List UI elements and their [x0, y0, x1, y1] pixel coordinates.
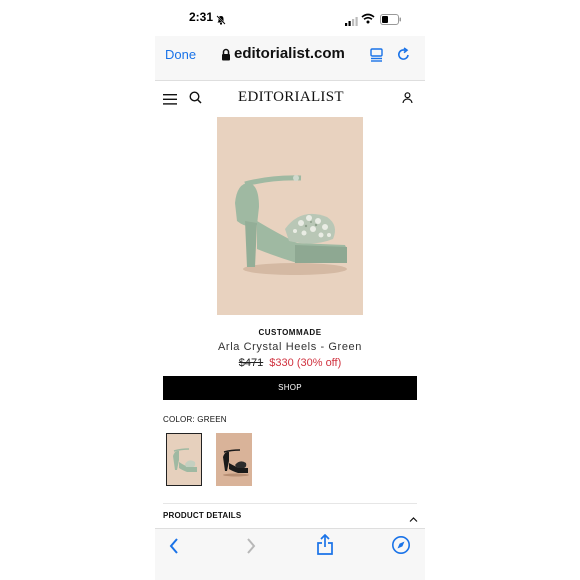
product-name: Arla Crystal Heels - Green [218, 341, 362, 353]
browser-toolbar [155, 528, 425, 580]
forward-icon[interactable] [245, 537, 257, 560]
color-swatch-green[interactable] [166, 433, 202, 486]
reader-icon[interactable] [370, 48, 384, 67]
divider [163, 503, 417, 504]
original-price: $471 [238, 357, 264, 369]
search-icon[interactable] [189, 91, 202, 109]
site-header: EDITORIALIST [155, 82, 425, 116]
account-icon[interactable] [402, 91, 413, 109]
sale-price: $330 [269, 357, 294, 369]
done-button[interactable]: Done [165, 47, 196, 62]
browser-url-bar: Done editorialist.com [155, 36, 425, 81]
status-bar: 2:31 [155, 0, 425, 36]
shop-button[interactable]: SHOP [163, 376, 417, 400]
chevron-up-icon[interactable] [409, 511, 418, 529]
status-time: 2:31 [189, 10, 214, 24]
product-image[interactable] [217, 117, 363, 315]
product-details-toggle[interactable]: PRODUCT DETAILS [163, 511, 241, 520]
url-address[interactable]: editorialist.com [234, 45, 345, 62]
share-icon[interactable] [316, 533, 334, 561]
site-logo[interactable]: EDITORIALIST [238, 89, 344, 106]
menu-icon[interactable] [163, 92, 177, 110]
compass-icon[interactable] [391, 535, 411, 560]
bell-off-icon [216, 12, 226, 30]
reload-icon[interactable] [396, 47, 411, 67]
signal-icon [345, 13, 358, 31]
price-row: $471 $330 (30% off) [155, 357, 425, 369]
color-swatch-black[interactable] [216, 433, 252, 486]
discount-label: (30% off) [296, 357, 342, 369]
color-label: COLOR: GREEN [163, 415, 227, 424]
battery-icon [380, 12, 402, 30]
back-icon[interactable] [168, 537, 180, 560]
wifi-icon [361, 11, 375, 29]
phone-screen: 2:31 Done editorialist.com EDITORIALIST … [155, 0, 425, 580]
lock-icon [221, 48, 231, 66]
product-brand[interactable]: CUSTOMMADE [155, 328, 425, 337]
